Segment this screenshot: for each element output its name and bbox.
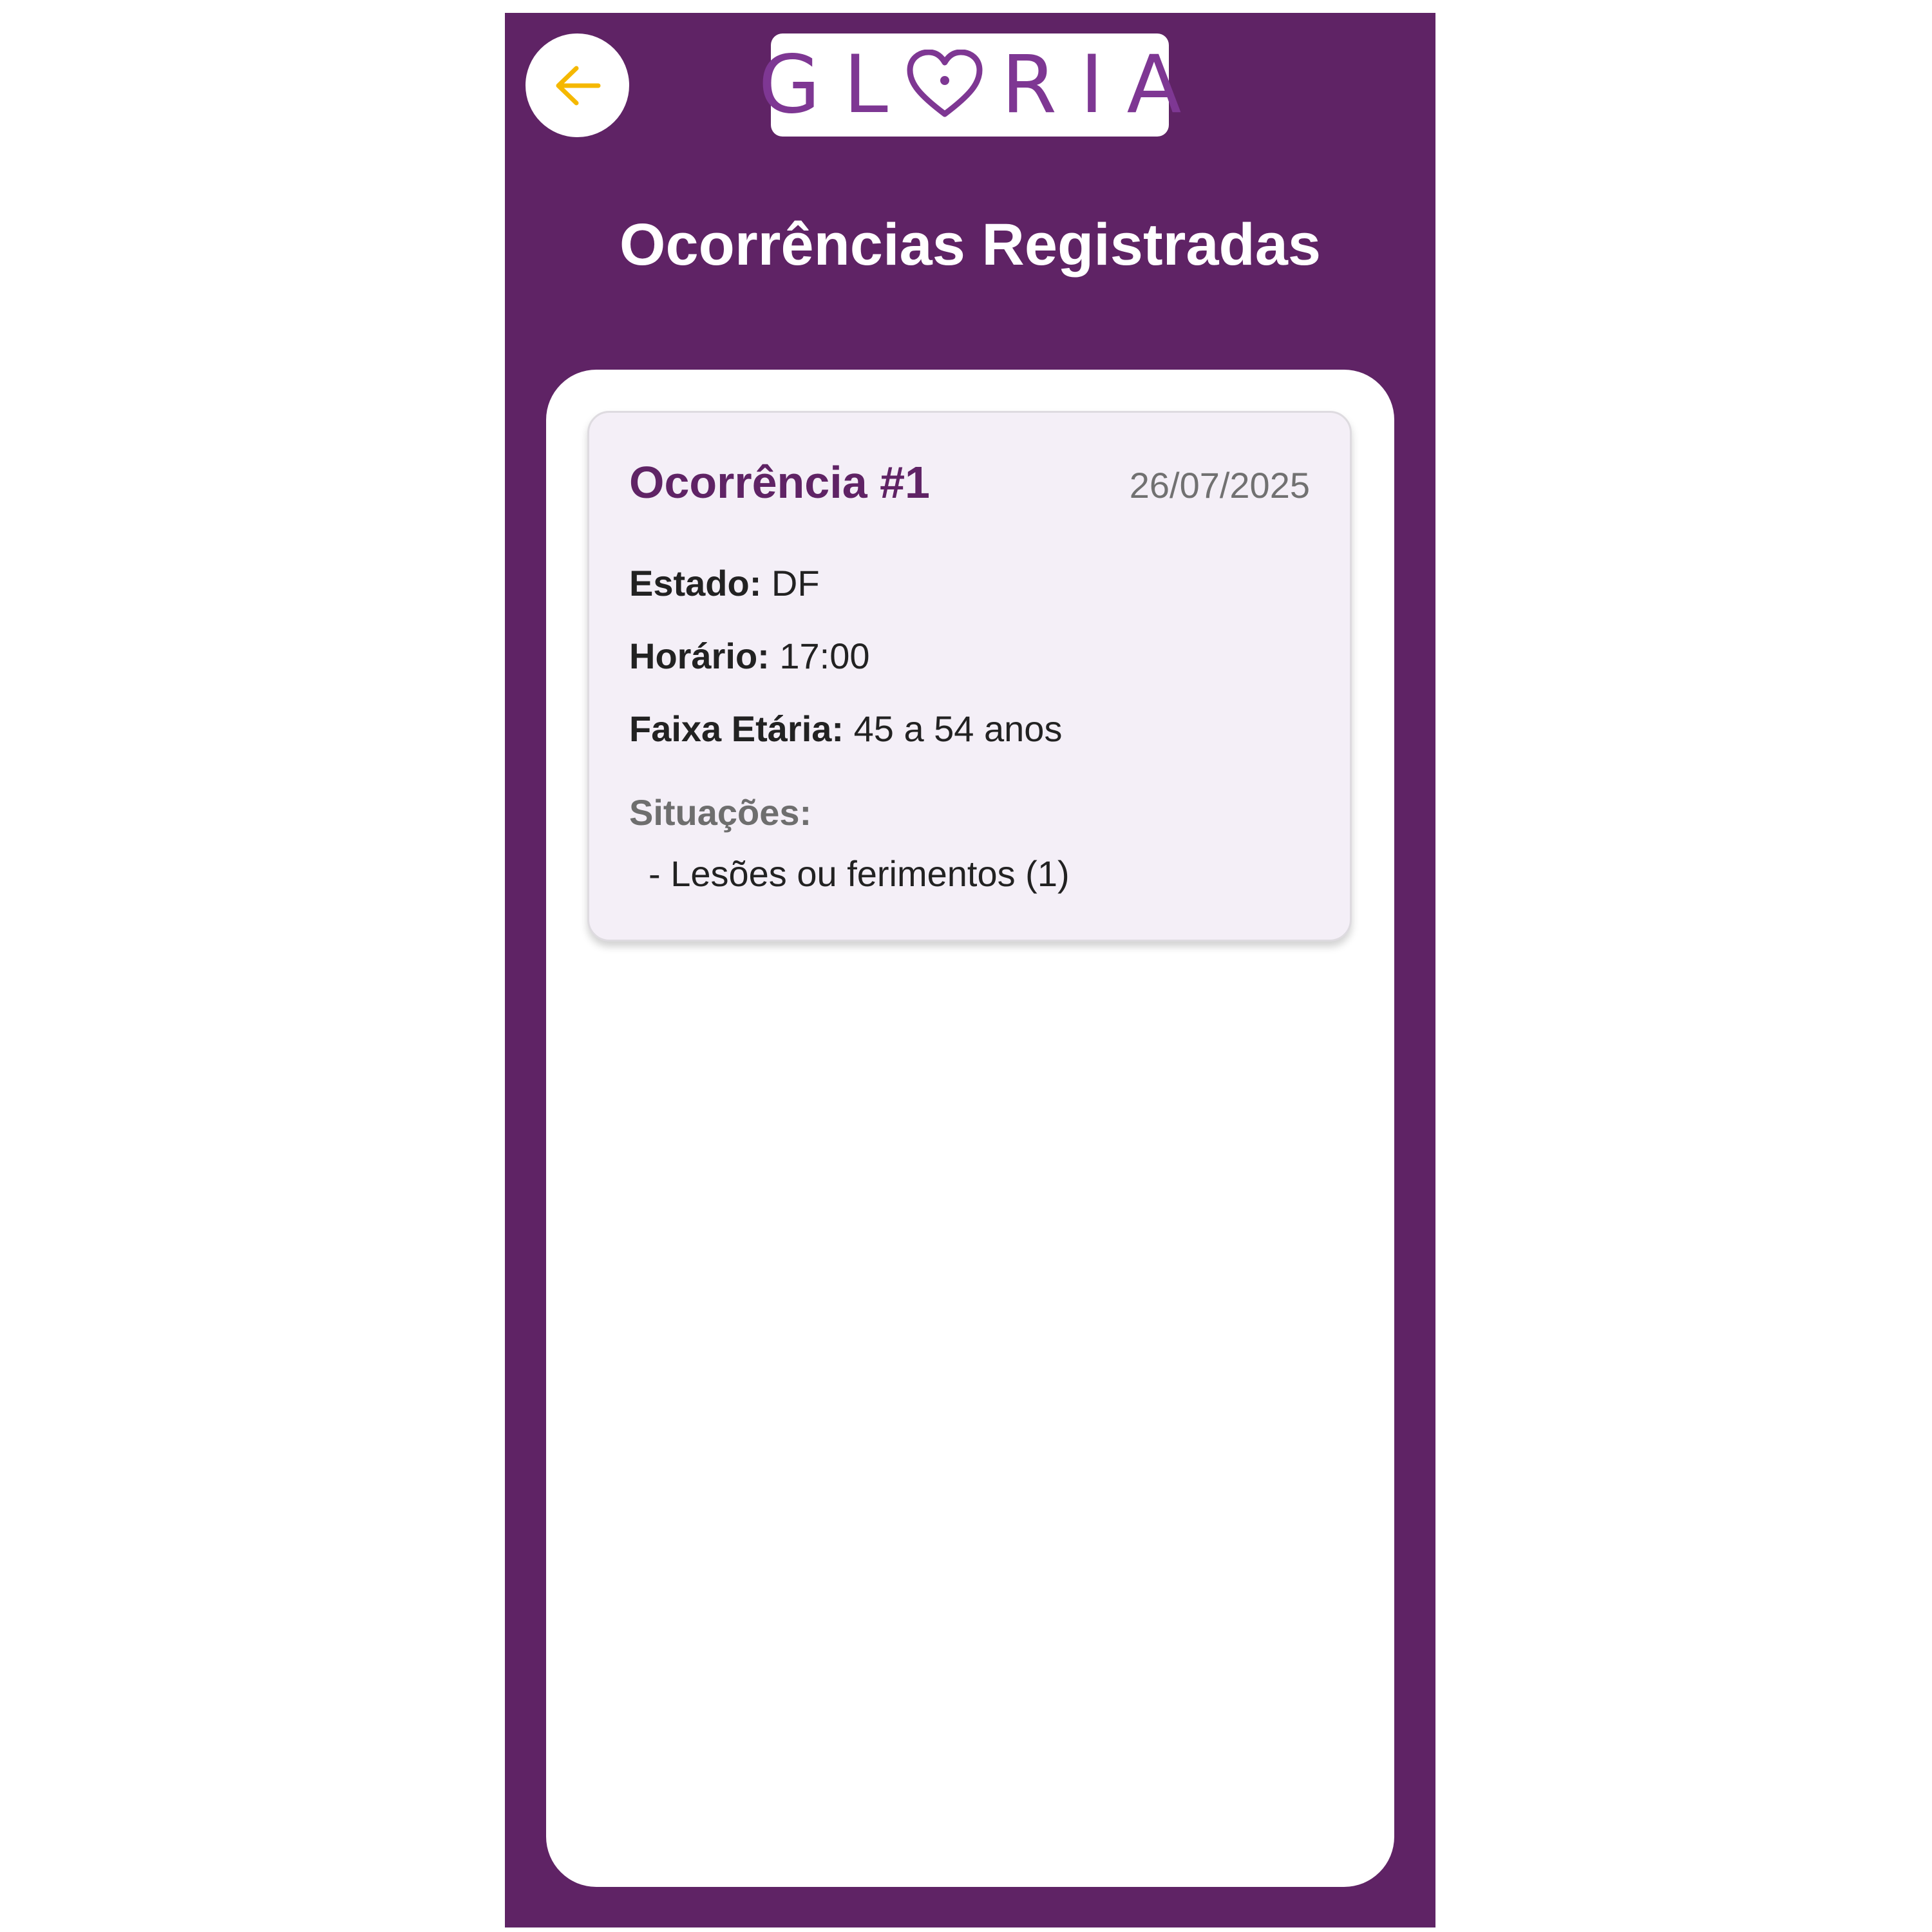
app-logo: GLRIA (759, 33, 1181, 137)
occurrence-horario: Horário: 17:00 (629, 635, 870, 677)
logo-wordmark: GLRIA (758, 39, 1182, 131)
occurrence-card[interactable]: Ocorrência #1 26/07/2025 Estado: DF Horá… (587, 411, 1352, 942)
situacao-item: - Lesões ou ferimentos (1) (649, 853, 1070, 894)
faixa-etaria-label: Faixa Etária: (629, 708, 844, 749)
horario-label: Horário: (629, 636, 770, 676)
back-button[interactable] (526, 33, 629, 137)
estado-value: DF (771, 563, 820, 603)
occurrence-estado: Estado: DF (629, 562, 820, 604)
situacoes-label: Situações: (629, 792, 812, 833)
estado-label: Estado: (629, 563, 762, 603)
page-title: Ocorrências Registradas (619, 212, 1321, 278)
app-screen: GLRIA Ocorrências Registradas Ocorrência… (505, 13, 1435, 1927)
heart-icon (907, 50, 983, 117)
occurrence-card-header: Ocorrência #1 26/07/2025 (629, 457, 1310, 508)
occurrences-list: Ocorrência #1 26/07/2025 Estado: DF Horá… (546, 370, 1394, 1887)
occurrence-faixa-etaria: Faixa Etária: 45 a 54 anos (629, 708, 1062, 750)
faixa-etaria-value: 45 a 54 anos (853, 708, 1063, 749)
horario-value: 17:00 (779, 636, 870, 676)
arrow-left-icon (556, 66, 600, 105)
occurrence-title: Ocorrência #1 (629, 457, 930, 507)
occurrence-date: 26/07/2025 (1129, 465, 1310, 506)
